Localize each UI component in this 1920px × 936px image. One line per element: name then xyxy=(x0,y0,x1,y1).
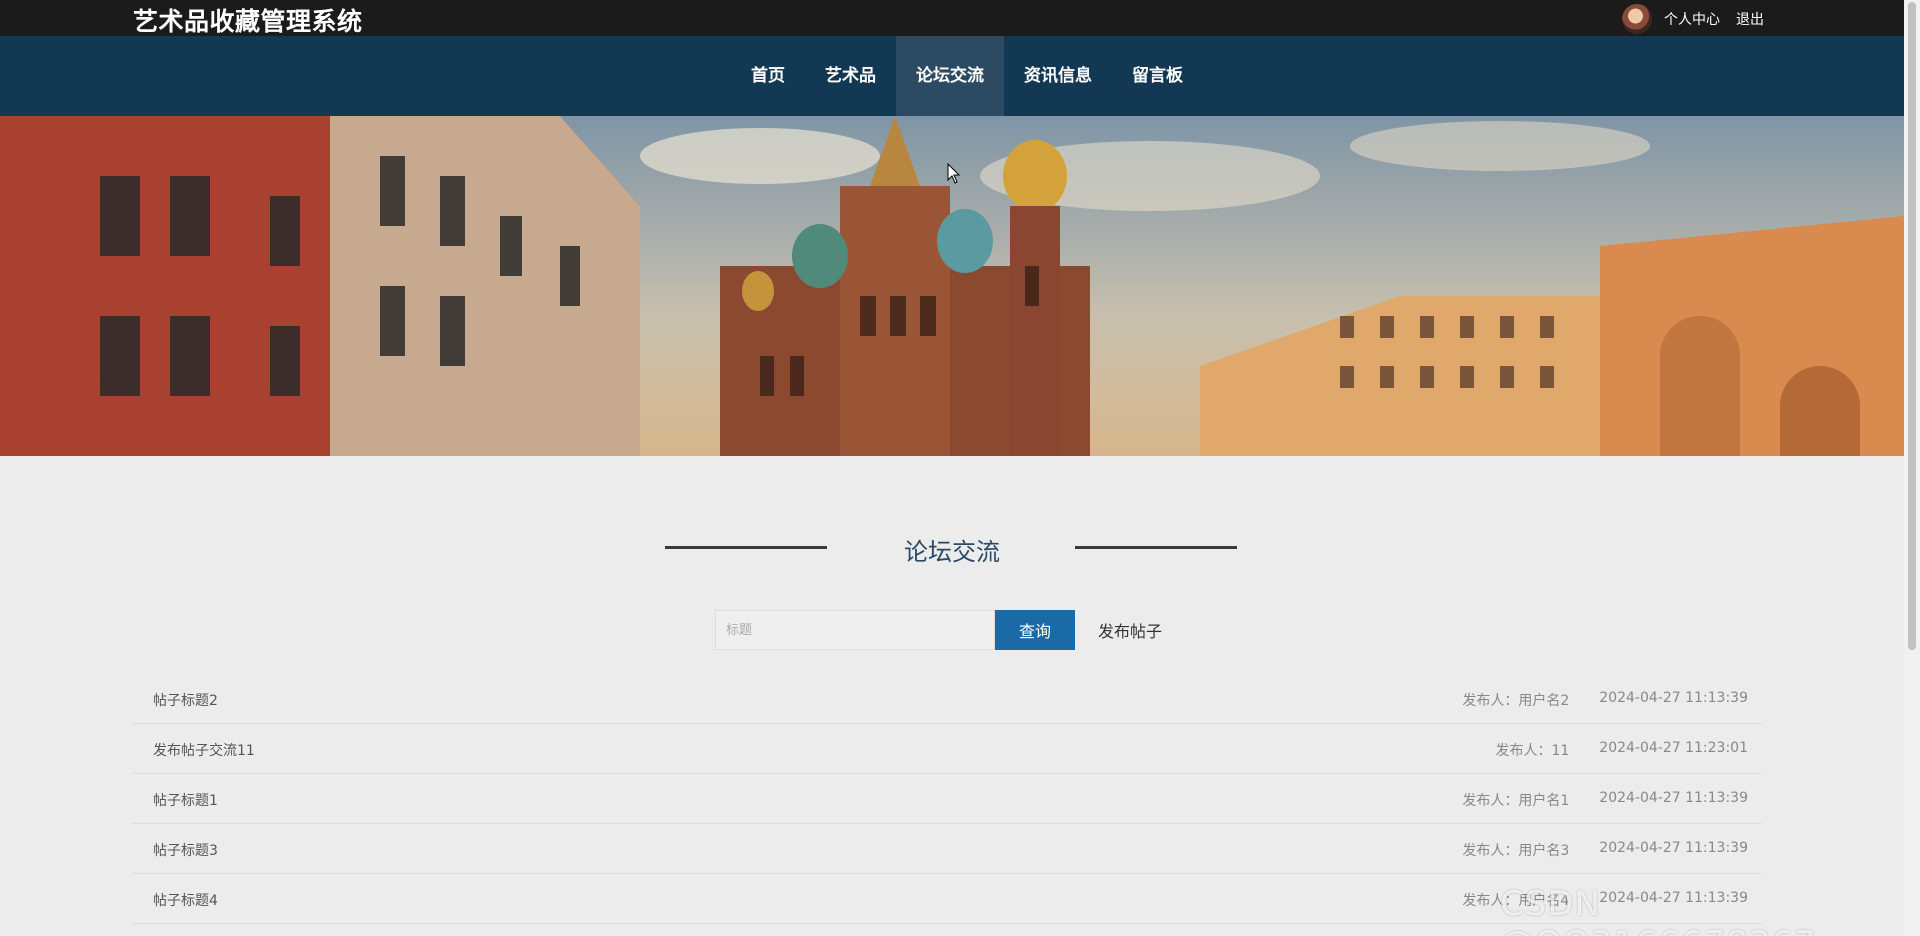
post-title[interactable]: 帖子标题1 xyxy=(153,790,218,810)
site-title: 艺术品收藏管理系统 xyxy=(133,7,363,36)
post-meta: 发布人：用户名2 2024-04-27 11:13:39 xyxy=(1462,690,1748,710)
nav-item-message-board[interactable]: 留言板 xyxy=(1112,36,1203,116)
mouse-cursor-icon xyxy=(947,163,961,184)
avatar[interactable] xyxy=(1622,4,1652,34)
post-title[interactable]: 帖子标题2 xyxy=(153,690,218,710)
post-author: 发布人：用户名2 xyxy=(1462,693,1570,709)
list-item[interactable]: 帖子标题1 发布人：用户名1 2024-04-27 11:13:39 xyxy=(132,774,1762,824)
logout-link[interactable]: 退出 xyxy=(1736,9,1764,29)
nav-items: 首页 艺术品 论坛交流 资讯信息 留言板 xyxy=(731,36,1203,116)
post-title[interactable]: 帖子标题4 xyxy=(153,890,218,910)
post-time: 2024-04-27 11:13:39 xyxy=(1599,790,1748,806)
post-author: 发布人：11 xyxy=(1495,743,1570,759)
post-meta: 发布人：用户名3 2024-04-27 11:13:39 xyxy=(1462,840,1748,860)
post-time: 2024-04-27 11:13:39 xyxy=(1599,690,1748,706)
post-time: 2024-04-27 11:13:39 xyxy=(1599,840,1748,856)
query-button[interactable]: 查询 xyxy=(995,610,1075,650)
user-area: 个人中心 退出 xyxy=(1622,4,1764,34)
post-meta: 发布人：用户名1 2024-04-27 11:13:39 xyxy=(1462,790,1748,810)
scrollbar[interactable] xyxy=(1904,0,1920,936)
list-item[interactable]: 发布帖子交流11 发布人：11 2024-04-27 11:23:01 xyxy=(132,724,1762,774)
nav-item-forum[interactable]: 论坛交流 xyxy=(896,36,1004,116)
nav-item-artworks[interactable]: 艺术品 xyxy=(805,36,896,116)
list-item[interactable]: 帖子标题3 发布人：用户名3 2024-04-27 11:13:39 xyxy=(132,824,1762,874)
scrollbar-thumb[interactable] xyxy=(1908,2,1916,650)
post-title[interactable]: 发布帖子交流11 xyxy=(153,740,255,760)
nav-item-home[interactable]: 首页 xyxy=(731,36,805,116)
top-bar: 艺术品收藏管理系统 个人中心 退出 xyxy=(0,0,1904,36)
post-title[interactable]: 帖子标题3 xyxy=(153,840,218,860)
section-title: 论坛交流 xyxy=(904,538,1000,566)
post-time: 2024-04-27 11:23:01 xyxy=(1599,740,1748,756)
post-author: 发布人：用户名3 xyxy=(1462,843,1570,859)
main-nav: 首页 艺术品 论坛交流 资讯信息 留言板 xyxy=(0,36,1904,116)
post-author: 发布人：用户名1 xyxy=(1462,793,1570,809)
publish-post-button[interactable]: 发布帖子 xyxy=(1098,618,1162,642)
title-line-right xyxy=(1075,546,1237,549)
list-item[interactable]: 帖子标题2 发布人：用户名2 2024-04-27 11:13:39 xyxy=(132,674,1762,724)
post-meta: 发布人：11 2024-04-27 11:23:01 xyxy=(1495,740,1748,760)
watermark: CSDN @QQ3166678367 xyxy=(1500,884,1816,936)
search-input[interactable] xyxy=(715,610,995,650)
user-center-link[interactable]: 个人中心 xyxy=(1664,9,1720,29)
nav-item-news[interactable]: 资讯信息 xyxy=(1004,36,1112,116)
